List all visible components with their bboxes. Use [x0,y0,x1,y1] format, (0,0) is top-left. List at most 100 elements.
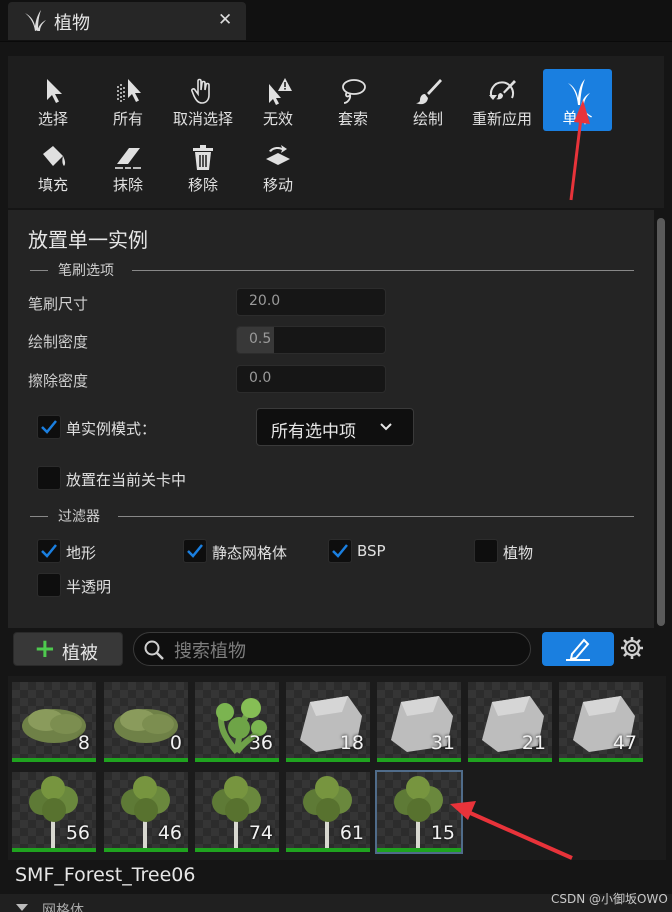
section-label: 笔刷选项 [58,263,114,279]
tool-label: 重新应用 [471,110,532,128]
instance-count: 56 [65,822,90,844]
tool-reapply[interactable]: 重新应用 [466,76,538,138]
instance-count: 0 [169,732,182,754]
instance-count-bar [12,758,96,762]
tool-label: 无效 [262,110,293,128]
category-label: 网格体 [42,903,84,912]
instance-count: 47 [612,732,637,754]
add-foliage-label: 植被 [62,643,98,664]
tool-label: 抹除 [112,176,143,194]
single-foliage-icon [567,79,590,105]
foliage-tile[interactable]: 31 [377,682,461,762]
single-instance-mode-checkbox[interactable] [37,415,61,439]
tool-select-all[interactable]: 所有 [92,76,164,138]
foliage-icon [25,10,46,31]
tool-deselect[interactable]: 取消选择 [167,76,239,138]
filter-label: 半透明 [66,578,112,596]
search-icon [144,640,164,660]
foliage-tile[interactable]: 18 [286,682,370,762]
instance-count-bar [104,848,188,852]
filter-label: 静态网格体 [212,544,288,562]
tab-title: 植物 [54,13,90,34]
tool-label: 填充 [37,176,68,194]
instance-count-bar [286,758,370,762]
instance-count-bar [286,848,370,852]
section-brush-options[interactable]: 笔刷选项 [28,260,634,280]
erase-density-field[interactable]: 0.0 [236,365,386,393]
foliage-tile[interactable]: 46 [104,772,188,852]
foliage-tile[interactable]: 56 [12,772,96,852]
brush-size-field[interactable]: 20.0 [236,288,386,316]
search-input[interactable]: 搜索植物 [133,632,531,666]
tool-invalid[interactable]: 无效 [242,76,314,138]
tab-bar: 植物 ✕ [0,0,672,42]
filter-bsp-checkbox[interactable] [328,539,352,563]
paint-density-label: 绘制密度 [28,333,89,351]
tool-fill[interactable]: 填充 [17,142,89,204]
filter-foliage-checkbox[interactable] [474,539,498,563]
foliage-tile[interactable]: 21 [468,682,552,762]
trash-icon [193,145,213,170]
deselect-hand-icon [191,78,210,104]
tool-label: 绘制 [412,110,443,128]
instance-count: 31 [430,732,455,754]
tool-remove[interactable]: 移除 [167,142,239,204]
paint-density-field[interactable]: 0.5 [236,326,386,354]
invalid-cursor-icon [269,78,292,105]
close-icon[interactable]: ✕ [218,10,232,30]
check-icon [187,544,203,558]
foliage-tile[interactable]: 8 [12,682,96,762]
tool-label: 取消选择 [172,110,233,128]
tool-select[interactable]: 选择 [17,76,89,138]
check-icon [332,544,348,558]
foliage-tile[interactable]: 0 [104,682,188,762]
instance-count: 61 [339,822,364,844]
foliage-tile[interactable]: 47 [559,682,643,762]
chevron-down-icon [380,423,392,431]
tool-lasso[interactable]: 套索 [317,76,389,138]
scrollbar[interactable] [657,218,665,626]
tool-erase[interactable]: 抹除 [92,142,164,204]
selected-asset-name: SMF_Forest_Tree06 [15,864,196,886]
move-icon [266,145,290,165]
eraser-icon [115,148,141,169]
tool-label: 移除 [187,176,218,194]
add-foliage-button[interactable]: + 植被 [13,632,123,666]
filter-landscape-checkbox[interactable] [37,539,61,563]
foliage-tile[interactable]: 36 [195,682,279,762]
instance-count: 18 [339,732,364,754]
tab-foliage[interactable]: 植物 ✕ [8,2,246,40]
tool-move[interactable]: 移动 [242,142,314,204]
filter-translucent-checkbox[interactable] [37,573,61,597]
foliage-tile[interactable]: 74 [195,772,279,852]
filter-label: BSP [357,542,386,560]
instance-count: 46 [157,822,182,844]
tool-paint[interactable]: 绘制 [392,76,464,138]
brush-size-label: 笔刷尺寸 [28,295,89,313]
gear-icon[interactable] [620,636,644,660]
watermark: CSDN @小御坂OWO [551,892,668,906]
single-instance-mode-label: 单实例模式： [66,420,157,438]
section-filters[interactable]: 过滤器 [28,506,634,526]
place-in-current-level-checkbox[interactable] [37,466,61,490]
filter-label: 植物 [503,544,534,562]
foliage-tile[interactable]: 61 [286,772,370,852]
foliage-tile[interactable]: 15 [375,770,463,854]
single-instance-mode-dropdown[interactable]: 所有选中项 [256,408,414,446]
erase-density-label: 擦除密度 [28,372,89,390]
fill-bucket-icon [43,146,66,166]
instance-count: 21 [521,732,546,754]
edit-palette-button[interactable] [542,632,614,666]
check-icon [41,420,57,434]
tool-label: 选择 [37,110,68,128]
tool-single[interactable]: 单个 [543,69,612,131]
tool-label: 所有 [112,110,143,128]
instance-count-bar [12,848,96,852]
field-value: 0.5 [249,331,272,347]
filter-static-mesh-checkbox[interactable] [183,539,207,563]
tool-label: 移动 [262,176,293,194]
reapply-icon [489,80,516,100]
instance-count-bar [104,758,188,762]
check-icon [41,544,57,558]
cursor-icon [47,79,62,103]
